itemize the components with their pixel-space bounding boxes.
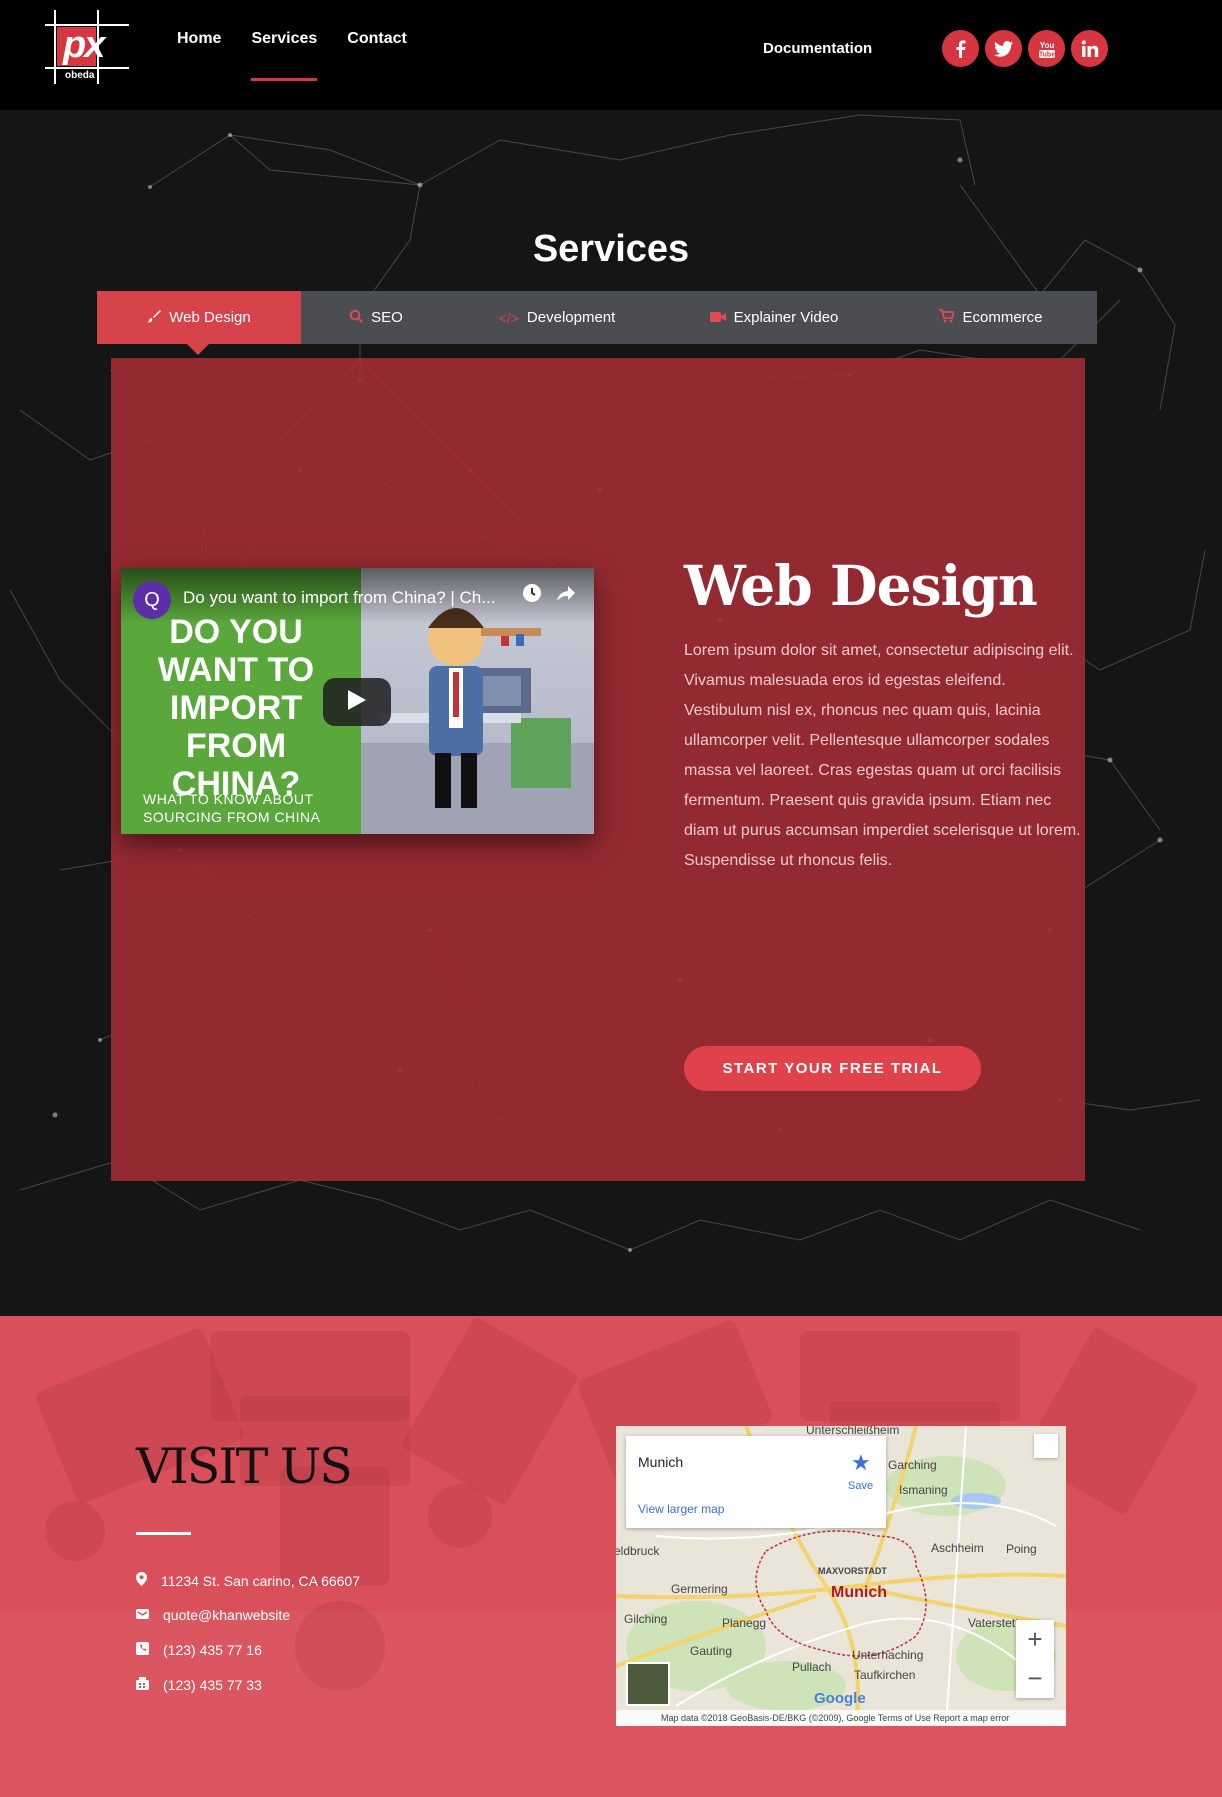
- social-links: You Tube: [942, 30, 1108, 67]
- map-pin-icon: [136, 1572, 147, 1589]
- google-logo: Google: [814, 1690, 866, 1707]
- tab-development[interactable]: </> Development: [451, 291, 663, 344]
- cart-icon: [939, 309, 956, 326]
- tab-explainer-video[interactable]: Explainer Video: [663, 291, 885, 344]
- tab-ecommerce[interactable]: Ecommerce: [885, 291, 1097, 344]
- phone-icon: [136, 1642, 149, 1658]
- video-title[interactable]: Do you want to import from China? | Ch..…: [183, 588, 513, 608]
- visit-title: VISIT US: [136, 1438, 353, 1495]
- title-underline: [136, 1532, 191, 1535]
- map-label: MAXVORSTADT: [818, 1566, 887, 1576]
- map-label: Poing: [1006, 1542, 1037, 1556]
- documentation-link[interactable]: Documentation: [763, 40, 872, 57]
- contact-text: (123) 435 77 33: [163, 1677, 262, 1693]
- google-map[interactable]: Unterschleißheim Garching Ismaning Aschh…: [616, 1426, 1066, 1726]
- map-save-button[interactable]: Save: [848, 1480, 873, 1492]
- contact-text[interactable]: quote@khanwebsite: [163, 1607, 290, 1623]
- tab-label: Web Design: [169, 309, 251, 326]
- linkedin-icon[interactable]: [1071, 30, 1108, 67]
- play-icon: [348, 689, 366, 715]
- youtube-icon[interactable]: You Tube: [1028, 30, 1065, 67]
- twitter-icon[interactable]: [985, 30, 1022, 67]
- map-info-card: Munich ★ Save View larger map: [626, 1436, 886, 1528]
- map-label: eldbruck: [616, 1544, 660, 1558]
- site-header: px obeda Home Services Contact Documenta…: [0, 0, 1222, 110]
- map-zoom-control: + −: [1016, 1620, 1054, 1698]
- nav-services[interactable]: Services: [251, 30, 317, 81]
- map-footer: Map data ©2018 GeoBasis-DE/BKG (©2009), …: [616, 1710, 1066, 1726]
- tab-label: SEO: [371, 309, 403, 326]
- map-city-label: Munich: [831, 1584, 887, 1601]
- svg-text:You: You: [1039, 41, 1054, 50]
- contact-email: quote@khanwebsite: [136, 1607, 290, 1623]
- contact-address: 11234 St. San carino, CA 66607: [136, 1572, 360, 1589]
- main-nav: Home Services Contact: [177, 30, 407, 81]
- contact-text: 11234 St. San carino, CA 66607: [161, 1572, 360, 1589]
- panel-body: Lorem ipsum dolor sit amet, consectetur …: [684, 642, 1081, 869]
- satellite-toggle[interactable]: [626, 1662, 670, 1706]
- video-camera-icon: [709, 310, 726, 326]
- tab-label: Development: [526, 309, 616, 326]
- services-tabs: Web Design SEO </> Development Explainer…: [97, 291, 1097, 355]
- brush-icon: [147, 309, 162, 326]
- fax-icon: [136, 1677, 149, 1693]
- services-title: Services: [532, 228, 690, 270]
- map-label: Aschheim: [931, 1541, 984, 1555]
- map-label: Taufkirchen: [854, 1668, 916, 1682]
- tab-label: Explainer Video: [733, 309, 839, 326]
- watch-later-icon[interactable]: [521, 582, 543, 609]
- zoom-out-icon[interactable]: −: [1016, 1659, 1054, 1698]
- search-icon: [349, 309, 363, 326]
- fullscreen-icon[interactable]: [1034, 1434, 1058, 1458]
- map-place-name: Munich: [638, 1454, 684, 1470]
- facebook-icon[interactable]: [942, 30, 979, 67]
- web-design-panel: DO YOU WANT TO IMPORT FROM CHINA? WHAT T…: [111, 358, 1085, 1181]
- start-free-trial-button[interactable]: START YOUR FREE TRIAL: [684, 1046, 981, 1091]
- envelope-icon: [136, 1607, 149, 1623]
- map-label: Garching: [888, 1458, 937, 1472]
- tab-label: Ecommerce: [962, 309, 1043, 326]
- tab-web-design[interactable]: Web Design: [97, 291, 301, 355]
- tab-seo[interactable]: SEO: [301, 291, 451, 344]
- channel-avatar[interactable]: Q: [133, 581, 171, 619]
- map-label: Ismaning: [899, 1483, 948, 1497]
- code-icon: </>: [498, 309, 519, 326]
- svg-text:Tube: Tube: [1038, 51, 1054, 58]
- share-icon[interactable]: [555, 582, 577, 609]
- contact-text[interactable]: (123) 435 77 16: [163, 1642, 262, 1658]
- map-label: Pullach: [792, 1660, 832, 1674]
- map-label: Germering: [671, 1582, 728, 1596]
- zoom-in-icon[interactable]: +: [1016, 1620, 1054, 1659]
- star-icon[interactable]: ★: [851, 1450, 871, 1476]
- site-logo[interactable]: px obeda: [45, 10, 129, 84]
- nav-contact[interactable]: Contact: [347, 30, 407, 58]
- map-label: Unterhaching: [852, 1648, 924, 1662]
- contact-fax: (123) 435 77 33: [136, 1677, 262, 1693]
- video-embed[interactable]: DO YOU WANT TO IMPORT FROM CHINA? WHAT T…: [121, 568, 594, 834]
- map-label: Gauting: [690, 1644, 733, 1658]
- contact-phone: (123) 435 77 16: [136, 1642, 262, 1658]
- view-larger-map-link[interactable]: View larger map: [638, 1502, 724, 1516]
- nav-home[interactable]: Home: [177, 30, 221, 58]
- video-subline: WHAT TO KNOW ABOUT SOURCING FROM CHINA: [143, 791, 321, 825]
- logo-caption: obeda: [65, 70, 95, 81]
- map-label: Planegg: [722, 1616, 767, 1630]
- panel-title: Web Design: [684, 553, 1038, 618]
- video-headline: DO YOU WANT TO IMPORT FROM CHINA?: [157, 613, 315, 803]
- visit-section: VISIT US 11234 St. San carino, CA 66607 …: [0, 1316, 1222, 1797]
- logo-letters: px: [63, 24, 105, 66]
- services-section: Services Web Design SEO </> Development …: [0, 110, 1222, 1316]
- play-button[interactable]: [323, 678, 391, 726]
- map-label: Gilching: [624, 1612, 668, 1626]
